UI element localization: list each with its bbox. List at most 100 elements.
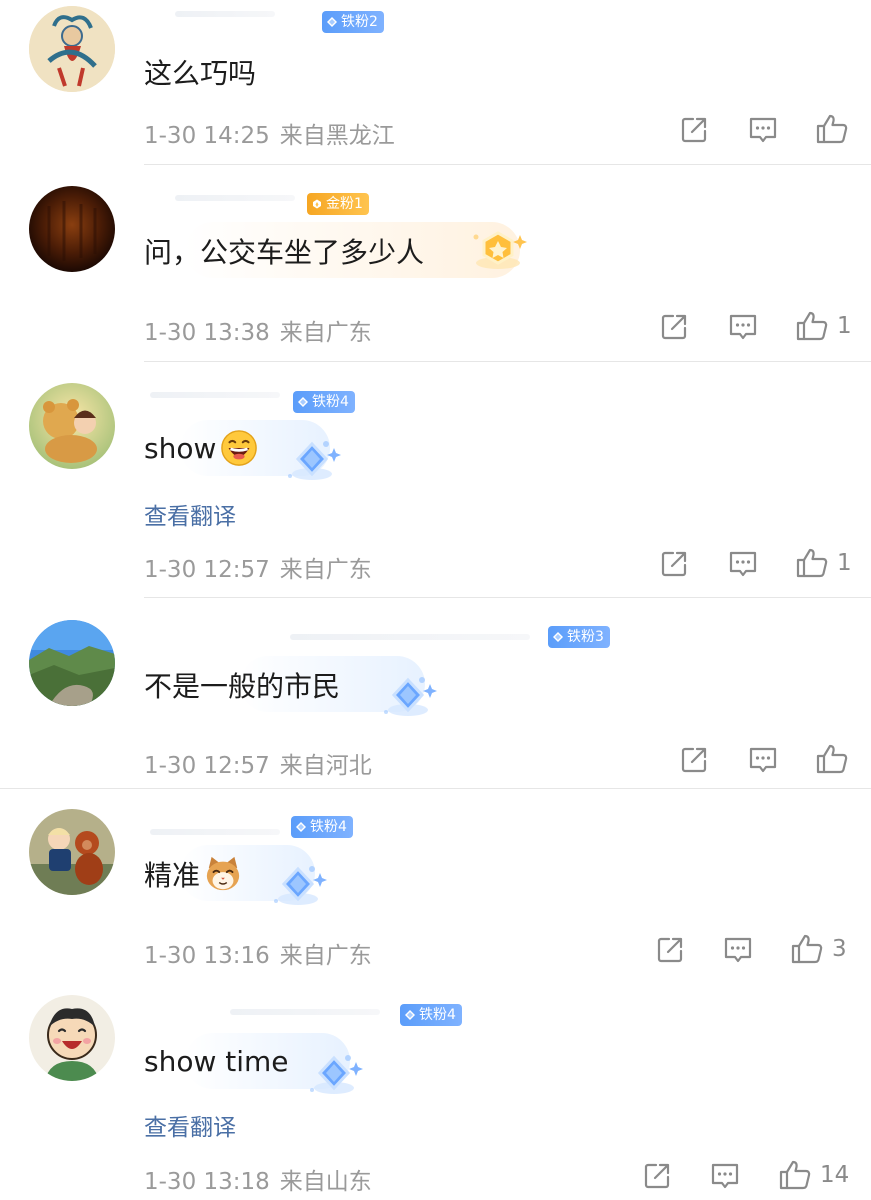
translate-link[interactable]: 查看翻译 [144, 1108, 236, 1142]
comment-text[interactable]: 问，公交车坐了多少人 [144, 231, 424, 271]
repost-button[interactable] [642, 1161, 672, 1191]
repost-icon [659, 312, 689, 342]
comment-item: 铁粉4 精准 1-30 13:16 来自广东 3 [0, 789, 871, 979]
comment-text-content: show time [144, 1044, 289, 1078]
username-masked[interactable] [290, 634, 530, 640]
thumbs-up-icon [815, 113, 849, 145]
fan-badge[interactable]: 铁粉2 [322, 11, 384, 33]
avatar[interactable] [29, 186, 115, 272]
comment-text[interactable]: show time [144, 1041, 289, 1081]
comment-date: 1-30 13:18 [144, 1169, 270, 1195]
repost-button[interactable] [679, 115, 709, 145]
comment-item: 铁粉2 这么巧吗 1-30 14:25 来自黑龙江 [0, 0, 871, 165]
comment-icon [727, 549, 759, 579]
like-button[interactable]: 3 [790, 933, 847, 965]
comment-button[interactable] [747, 745, 779, 775]
comment-text[interactable]: 不是一般的市民 [144, 665, 340, 705]
fan-badge[interactable]: 铁粉4 [400, 1004, 462, 1026]
repost-button[interactable] [659, 312, 689, 342]
comment-location: 来自广东 [279, 943, 372, 969]
diamond-icon [404, 1009, 416, 1021]
diamond-decoration-icon [268, 859, 328, 909]
fan-badge-label: 铁粉3 [567, 629, 604, 645]
comment-item: 铁粉4 show time 查看翻译 1-30 13:18 来自山东 14 [0, 979, 871, 1200]
comment-text-content: 精准 [144, 859, 201, 892]
fan-badge[interactable]: 金粉1 [307, 193, 369, 215]
comment-text[interactable]: 精准 [144, 854, 242, 894]
comment-button[interactable] [727, 312, 759, 342]
avatar[interactable] [29, 620, 115, 706]
repost-button[interactable] [659, 549, 689, 579]
avatar[interactable] [29, 383, 115, 469]
avatar[interactable] [29, 6, 115, 92]
comment-button[interactable] [709, 1161, 741, 1191]
like-button[interactable]: 1 [795, 547, 852, 579]
avatar-image [29, 995, 115, 1081]
thumbs-up-icon [795, 310, 829, 342]
translate-link[interactable]: 查看翻译 [144, 497, 236, 531]
like-button[interactable]: 14 [778, 1159, 849, 1191]
like-button[interactable] [815, 113, 857, 145]
comment-date: 1-30 14:25 [144, 123, 270, 149]
fan-badge[interactable]: 铁粉4 [293, 391, 355, 413]
username-masked[interactable] [150, 829, 280, 835]
username-masked[interactable] [175, 195, 295, 201]
comment-text[interactable]: show [144, 428, 258, 468]
like-button[interactable]: 1 [795, 310, 852, 342]
comment-location: 来自黑龙江 [279, 123, 395, 149]
comment-text-content: 不是一般的市民 [144, 670, 341, 703]
username-masked[interactable] [175, 11, 275, 17]
comment-icon [722, 935, 754, 965]
fan-badge[interactable]: 铁粉3 [548, 626, 610, 648]
diamond-decoration-icon [378, 670, 438, 720]
repost-icon [642, 1161, 672, 1191]
fan-badge-label: 金粉1 [326, 196, 363, 212]
thumbs-up-icon [815, 743, 849, 775]
comment-icon [747, 115, 779, 145]
comment-meta: 1-30 14:25 来自黑龙江 [144, 116, 395, 150]
username-masked[interactable] [150, 392, 280, 398]
comment-date: 1-30 12:57 [144, 753, 270, 779]
fan-badge-label: 铁粉4 [310, 819, 347, 835]
fan-badge[interactable]: 铁粉4 [291, 816, 353, 838]
avatar[interactable] [29, 809, 115, 895]
repost-button[interactable] [655, 935, 685, 965]
comment-button[interactable] [747, 115, 779, 145]
fan-badge-label: 铁粉4 [419, 1007, 456, 1023]
comment-button[interactable] [727, 549, 759, 579]
repost-icon [655, 935, 685, 965]
repost-button[interactable] [679, 745, 709, 775]
thumbs-up-icon [778, 1159, 812, 1191]
cat-face-emoji-icon [206, 856, 240, 891]
comment-location: 来自广东 [279, 557, 372, 583]
comment-meta: 1-30 13:16 来自广东 [144, 936, 372, 970]
username-masked[interactable] [230, 1009, 380, 1015]
diamond-icon [552, 631, 564, 643]
comment-icon [747, 745, 779, 775]
like-count: 1 [837, 313, 852, 339]
like-count: 14 [820, 1162, 850, 1188]
fan-badge-label: 铁粉2 [341, 14, 378, 30]
like-count: 3 [832, 936, 847, 962]
comment-date: 1-30 13:38 [144, 320, 270, 346]
diamond-decoration-icon [282, 434, 342, 484]
avatar[interactable] [29, 995, 115, 1081]
comment-button[interactable] [722, 935, 754, 965]
comment-meta: 1-30 12:57 来自广东 [144, 550, 372, 584]
comment-location: 来自河北 [279, 753, 372, 779]
comment-item: 铁粉4 show 查看翻译 1-30 12:57 来自广东 1 [0, 362, 871, 598]
repost-icon [679, 745, 709, 775]
comment-date: 1-30 12:57 [144, 557, 270, 583]
repost-icon [659, 549, 689, 579]
comment-text-content: 这么巧吗 [144, 57, 257, 90]
like-button[interactable] [815, 743, 857, 775]
thumbs-up-icon [795, 547, 829, 579]
gold-gem-decoration-icon [468, 223, 528, 273]
comment-meta: 1-30 13:18 来自山东 [144, 1162, 372, 1196]
comment-meta: 1-30 13:38 来自广东 [144, 313, 372, 347]
comment-item: 金粉1 问，公交车坐了多少人 1-30 13:38 来自广东 1 [0, 165, 871, 362]
like-count: 1 [837, 550, 852, 576]
fan-badge-label: 铁粉4 [312, 394, 349, 410]
comment-text-content: show [144, 431, 217, 465]
comment-text[interactable]: 这么巧吗 [144, 52, 256, 92]
